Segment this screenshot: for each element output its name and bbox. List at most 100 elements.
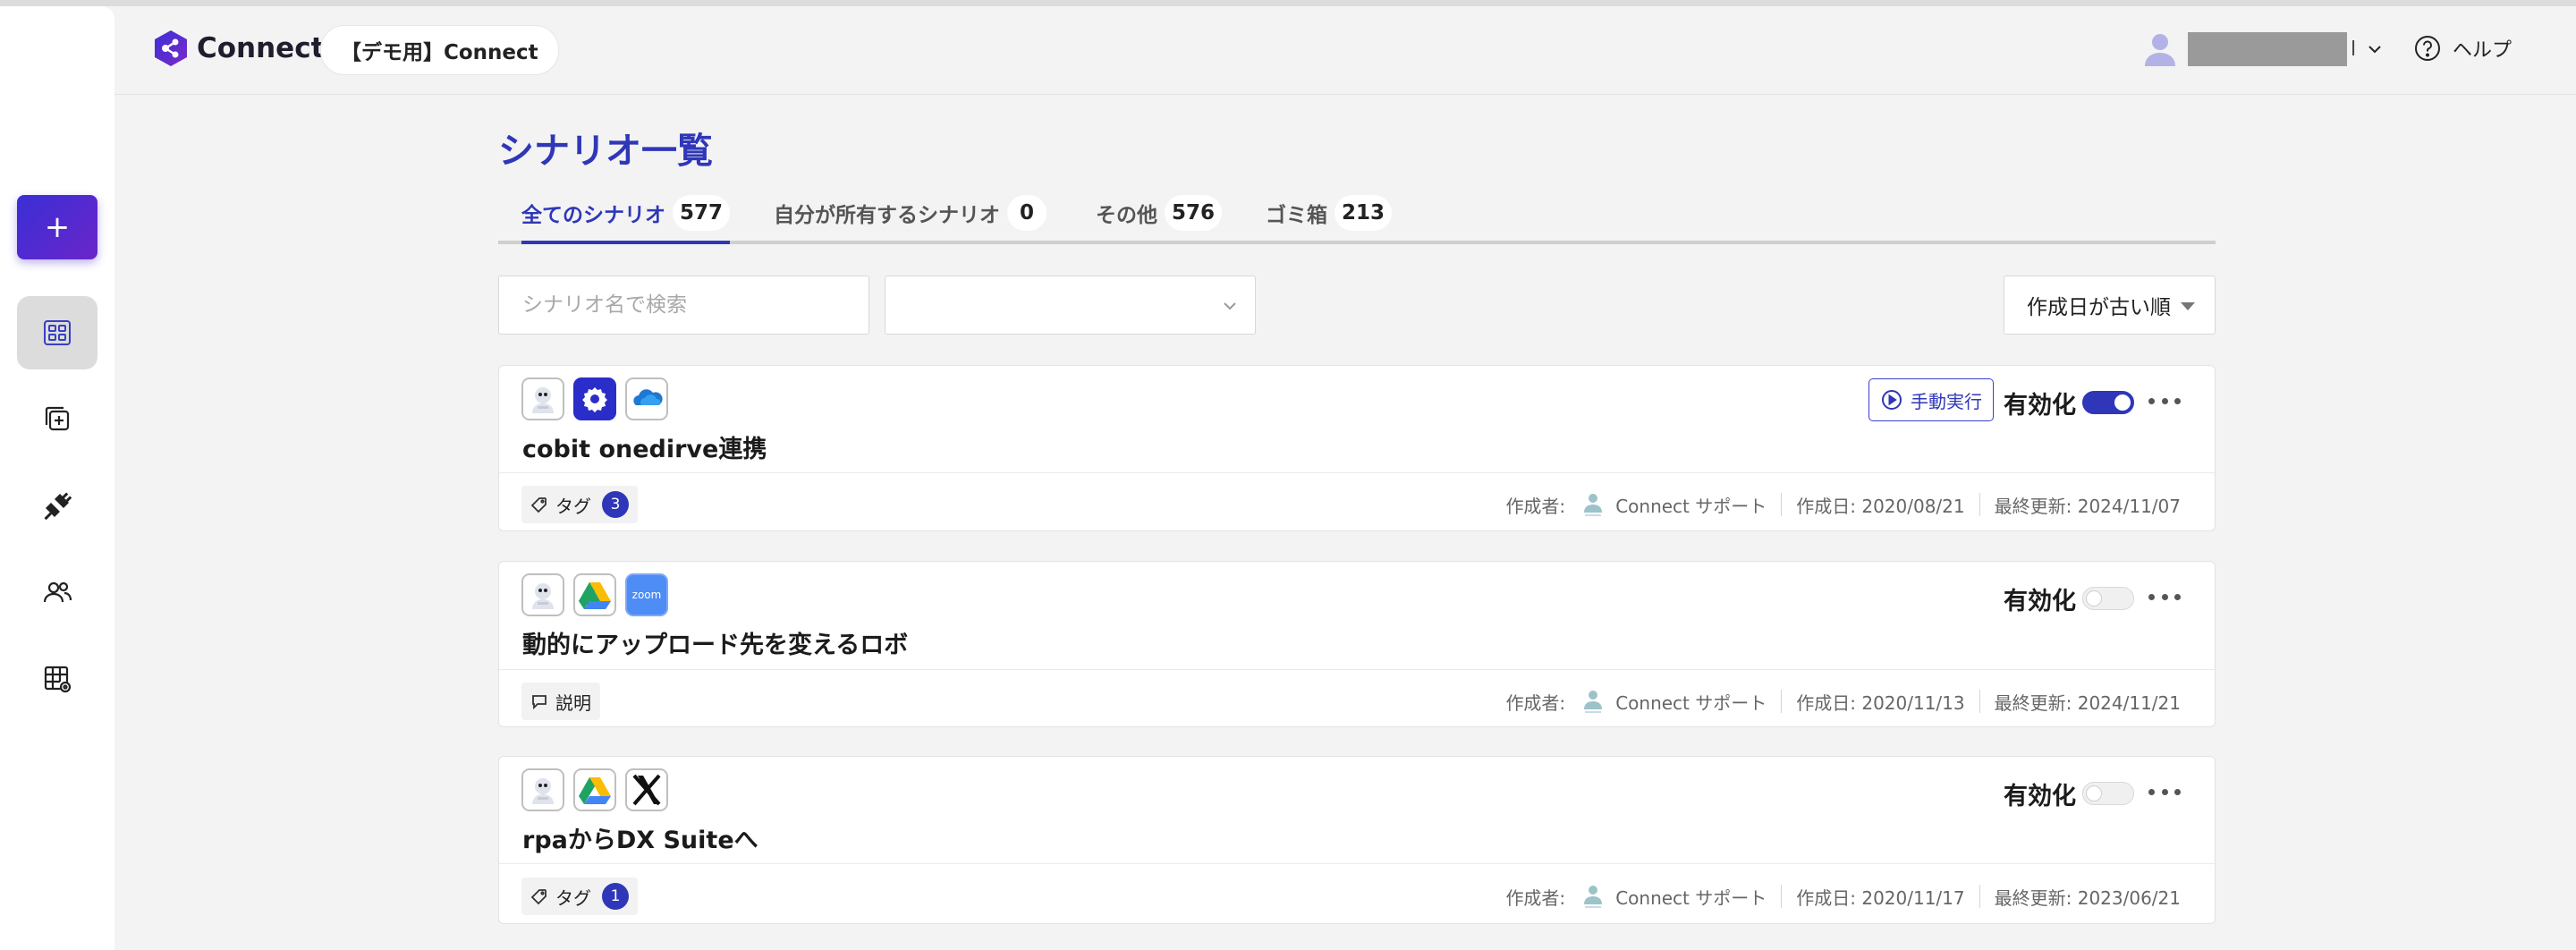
tab-trash[interactable]: ゴミ箱 213 <box>1266 184 1393 241</box>
page-title: シナリオ一覧 <box>498 131 713 172</box>
chip-label: 説明 <box>555 691 591 714</box>
updated-date: 最終更新: 2024/11/07 <box>1994 495 2181 517</box>
chip-label: タグ <box>555 495 591 517</box>
scenario-title[interactable]: 動的にアップロード先を変えるロボ <box>522 625 908 660</box>
user-name-tail: l <box>2351 38 2357 61</box>
tab-label: その他 <box>1096 203 1157 227</box>
meta-separator <box>1979 493 1980 516</box>
tag-count-badge: 3 <box>602 491 629 518</box>
tab-other-scenarios[interactable]: その他 576 <box>1096 184 1223 241</box>
sidebar: + <box>0 6 114 950</box>
toggle-knob <box>2086 785 2102 802</box>
meta-separator <box>1781 493 1783 516</box>
google-drive-icon <box>573 573 616 616</box>
users-icon <box>43 581 72 603</box>
zoom-text: zoom <box>631 589 662 601</box>
toggle-knob <box>2086 590 2102 606</box>
help-circle-icon <box>2415 36 2440 61</box>
sidebar-item-create-copy[interactable] <box>17 382 97 455</box>
enable-label: 有効化 <box>2004 588 2076 615</box>
tag-chip[interactable]: タグ 1 <box>521 878 638 915</box>
tab-count: 0 <box>1007 194 1046 231</box>
app-name: Connect <box>197 32 325 64</box>
meta-separator <box>1781 885 1783 908</box>
scenario-meta: 作成者: Connect サポート 作成日: 2020/11/17 最終更新: … <box>1505 878 2181 915</box>
card-divider <box>499 669 2215 670</box>
sidebar-item-connections[interactable] <box>17 469 97 542</box>
enable-label: 有効化 <box>2004 392 2076 420</box>
scenario-card[interactable]: zoom 動的にアップロード先を変えるロボ 有効化 説明 作成者: Connec… <box>498 561 2216 727</box>
gear-icon <box>573 377 616 420</box>
tab-my-scenarios[interactable]: 自分が所有するシナリオ 0 <box>774 184 1046 241</box>
add-scenario-button[interactable]: + <box>17 195 97 259</box>
tag-count-badge: 1 <box>602 883 629 910</box>
help-label: ヘルプ <box>2453 39 2512 62</box>
toggle-knob <box>2114 394 2131 411</box>
google-drive-icon <box>573 768 616 811</box>
card-divider <box>499 863 2215 864</box>
user-avatar-icon <box>2145 34 2175 66</box>
robot-icon <box>521 573 564 616</box>
top-border <box>0 0 2576 6</box>
scenario-meta: 作成者: Connect サポート 作成日: 2020/08/21 最終更新: … <box>1505 486 2181 523</box>
created-date: 作成日: 2020/08/21 <box>1796 495 1965 517</box>
workspace-switcher[interactable]: 【デモ用】Connect <box>320 25 559 75</box>
filter-select[interactable] <box>885 276 1256 335</box>
table-settings-icon <box>44 666 72 693</box>
tab-label: ゴミ箱 <box>1266 203 1327 227</box>
play-circle-icon <box>1882 390 1902 410</box>
chip-label: タグ <box>555 886 591 909</box>
enable-toggle[interactable] <box>2082 391 2134 414</box>
tag-chip[interactable]: タグ 3 <box>521 486 638 523</box>
manual-run-button[interactable]: 手動実行 <box>1868 378 1994 421</box>
creator-label: 作成者: <box>1505 495 1566 517</box>
x-icon <box>625 768 668 811</box>
scenario-list-icon <box>44 320 71 345</box>
sidebar-item-tables[interactable] <box>17 642 97 716</box>
scenario-card[interactable]: rpaからDX Suiteへ 有効化 タグ 1 作成者: Connect サポー… <box>498 756 2216 924</box>
description-chip[interactable]: 説明 <box>521 683 600 720</box>
comment-icon <box>532 695 547 710</box>
robot-icon <box>521 768 564 811</box>
scenario-card[interactable]: cobit onedirve連携 手動実行 有効化 タグ 3 作成者: Conn… <box>498 365 2216 531</box>
created-date: 作成日: 2020/11/17 <box>1796 886 1965 909</box>
card-divider <box>499 472 2215 473</box>
app-icons <box>521 377 677 420</box>
app-icons <box>521 768 677 811</box>
more-options-button[interactable] <box>2148 778 2181 805</box>
meta-separator <box>1979 690 1980 713</box>
user-name-redacted <box>2188 32 2347 66</box>
sort-label: 作成日が古い順 <box>2027 296 2171 319</box>
enable-toggle[interactable] <box>2082 587 2134 610</box>
sidebar-item-members[interactable] <box>17 556 97 629</box>
tab-label: 自分が所有するシナリオ <box>774 203 1000 227</box>
tag-icon <box>530 497 547 513</box>
creator-name: Connect サポート <box>1615 691 1767 714</box>
user-menu[interactable]: l <box>2141 30 2383 68</box>
chevron-down-icon <box>2368 46 2381 54</box>
sort-select[interactable]: 作成日が古い順 <box>2004 276 2216 335</box>
app-logo[interactable]: Connect <box>152 29 324 68</box>
updated-date: 最終更新: 2023/06/21 <box>1994 886 2181 909</box>
sidebar-item-scenarios[interactable] <box>17 296 97 369</box>
creator-name: Connect サポート <box>1615 886 1767 909</box>
scenario-title[interactable]: cobit onedirve連携 <box>522 429 767 464</box>
meta-separator <box>1979 885 1980 908</box>
scenario-title[interactable]: rpaからDX Suiteへ <box>522 820 758 855</box>
run-label: 手動実行 <box>1911 390 1982 412</box>
enable-toggle[interactable] <box>2082 782 2134 805</box>
scenario-search-input[interactable] <box>498 276 869 335</box>
more-options-button[interactable] <box>2148 583 2181 610</box>
copy-add-icon <box>45 406 70 431</box>
scenario-meta: 作成者: Connect サポート 作成日: 2020/11/13 最終更新: … <box>1505 683 2181 720</box>
more-options-button[interactable] <box>2148 387 2181 414</box>
creator-name: Connect サポート <box>1615 495 1767 517</box>
tab-all-scenarios[interactable]: 全てのシナリオ 577 <box>521 184 731 244</box>
enable-label: 有効化 <box>2004 783 2076 810</box>
created-date: 作成日: 2020/11/13 <box>1796 691 1965 714</box>
robot-icon <box>521 377 564 420</box>
tab-count: 576 <box>1165 194 1223 231</box>
chevron-down-icon <box>1224 302 1236 310</box>
help-link[interactable]: ヘルプ <box>2413 34 2512 63</box>
scenario-tabs: 全てのシナリオ 577 自分が所有するシナリオ 0 その他 576 ゴミ箱 21… <box>498 184 2216 244</box>
